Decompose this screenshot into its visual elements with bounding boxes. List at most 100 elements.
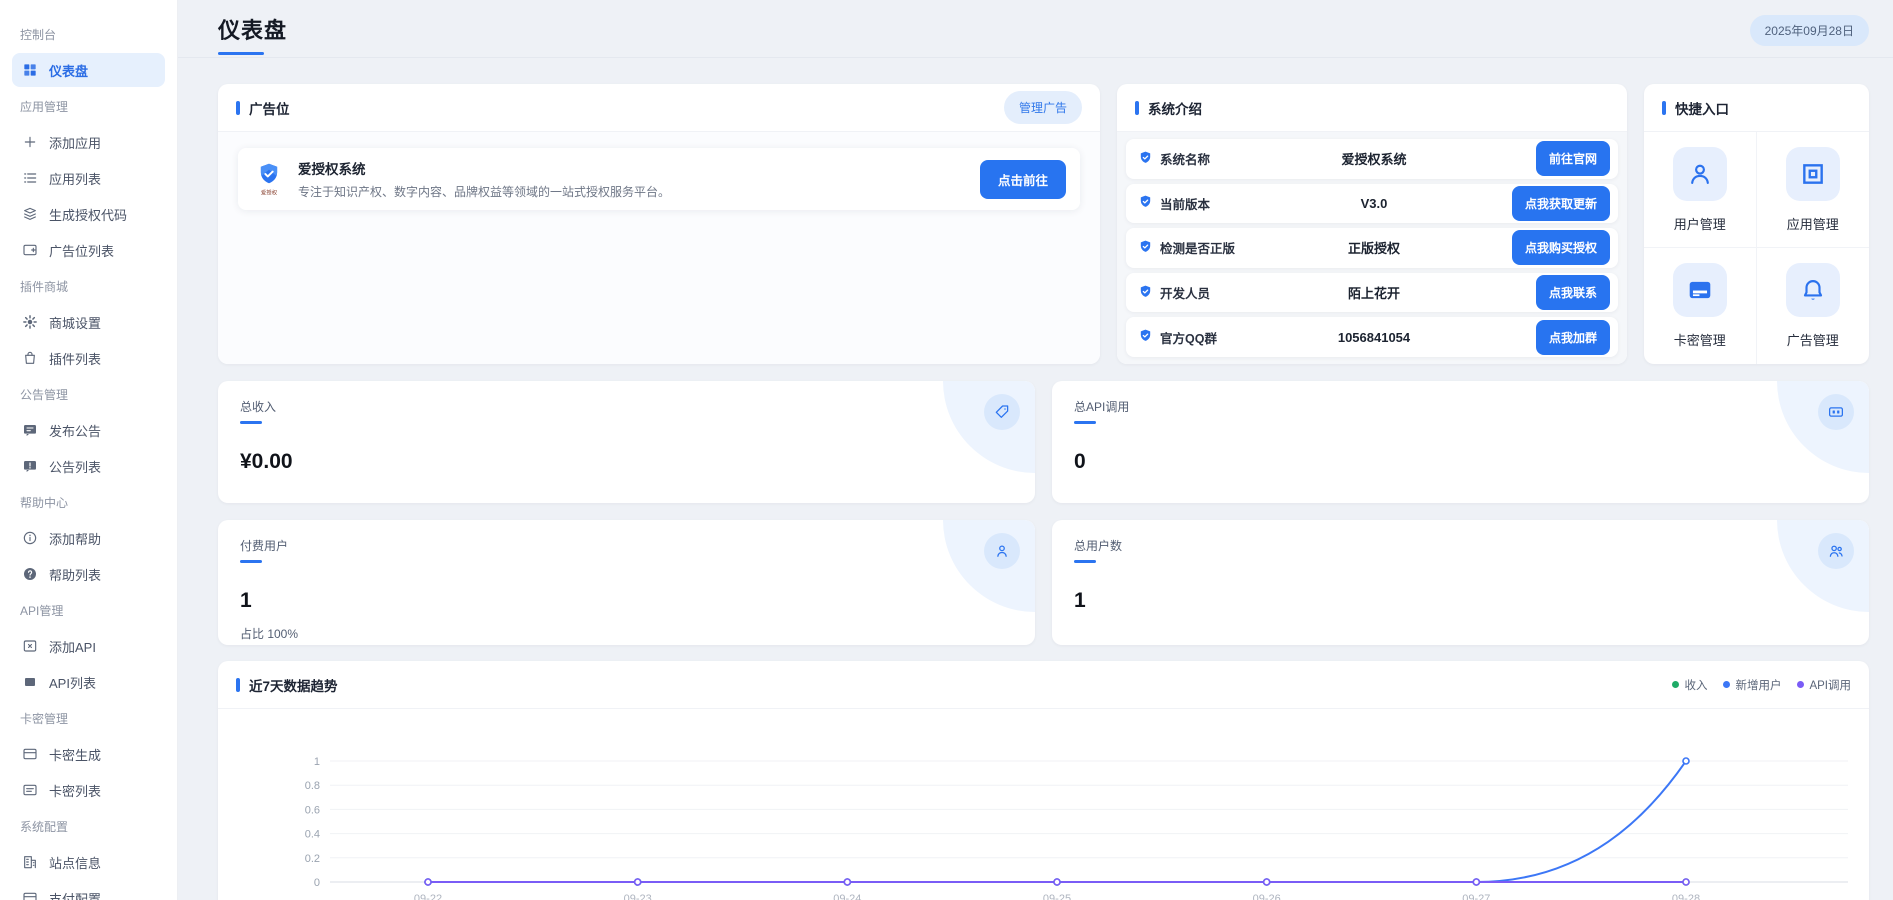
sidebar-item-label: 公告列表 [49, 457, 101, 476]
card-icon [22, 746, 38, 762]
x-tick-label: 09-27 [1462, 893, 1490, 900]
chart-card-title: 近7天数据趋势 [249, 675, 338, 695]
trend-chart-svg: 00.20.40.60.8109-2209-2309-2409-2509-260… [238, 723, 1850, 900]
sidebar-section-label: 帮助中心 [12, 494, 68, 511]
app-icon [1786, 147, 1840, 201]
system-intro-card: 系统介绍 系统名称爱授权系统前往官网当前版本V3.0点我获取更新检测是否正版正版… [1117, 84, 1627, 364]
sidebar-item-label: 添加帮助 [49, 529, 101, 548]
sidebar-item-广告位列表[interactable]: 广告位列表 [12, 233, 165, 267]
sidebar-item-仪表盘[interactable]: 仪表盘 [12, 53, 165, 87]
logo-shield-icon [1138, 328, 1153, 346]
stat-value: 1 [1074, 589, 1847, 613]
quick-link-用户管理[interactable]: 用户管理 [1644, 132, 1757, 248]
sidebar-item-label: 卡密列表 [49, 781, 101, 800]
data-point[interactable] [1683, 758, 1689, 764]
y-tick-label: 0 [314, 877, 320, 889]
accent-bar [1662, 101, 1666, 115]
sidebar-item-发布公告[interactable]: 发布公告 [12, 413, 165, 447]
sidebar-item-row: 应用列表 [12, 160, 165, 196]
chart-plot: 00.20.40.60.8109-2209-2309-2409-2509-260… [218, 709, 1869, 900]
building-icon [22, 854, 38, 870]
data-point[interactable] [635, 879, 641, 885]
sidebar-item-添加应用[interactable]: 添加应用 [12, 125, 165, 159]
stats-row-1: 总收入¥0.00总API调用0 [218, 381, 1869, 503]
sidebar-item-支付配置[interactable]: 支付配置 [12, 881, 165, 900]
sidebar-item-站点信息[interactable]: 站点信息 [12, 845, 165, 879]
sidebar-item-row: 广告位列表 [12, 232, 165, 268]
stat-value: 0 [1074, 450, 1847, 474]
system-row-button[interactable]: 点我联系 [1536, 275, 1610, 310]
stats-row-2: 付费用户1占比 100%总用户数1 [218, 520, 1869, 645]
quick-link-应用管理[interactable]: 应用管理 [1757, 132, 1870, 248]
data-point[interactable] [1054, 879, 1060, 885]
sidebar-item-公告列表[interactable]: 公告列表 [12, 449, 165, 483]
legend-dot [1797, 681, 1804, 688]
card-lines-icon [22, 782, 38, 798]
system-row-button[interactable]: 点我加群 [1536, 320, 1610, 355]
sidebar-item-卡密生成[interactable]: 卡密生成 [12, 737, 165, 771]
chart-legend: 收入新增用户 API调用 [1672, 677, 1851, 693]
stat-value: ¥0.00 [240, 450, 1013, 474]
system-row-label: 检测是否正版 [1138, 238, 1309, 257]
manage-ads-button[interactable]: 管理广告 [1004, 91, 1082, 124]
sidebar-item-row: 添加API [12, 628, 165, 664]
sidebar-item-label: 商城设置 [49, 313, 101, 332]
plus-icon [22, 134, 38, 150]
ad-card-body: 爱授权 爱授权系统 专注于知识产权、数字内容、品牌权益等领域的一站式授权服务平台… [218, 132, 1100, 364]
sidebar-item-生成授权代码[interactable]: 生成授权代码 [12, 197, 165, 231]
system-row-label-text: 检测是否正版 [1160, 238, 1235, 257]
question-icon [22, 566, 38, 582]
legend-item-API调用[interactable]: API调用 [1797, 677, 1851, 693]
data-point[interactable] [1264, 879, 1270, 885]
logo-shield-icon [1138, 194, 1153, 212]
sidebar-section-row: 应用管理 [12, 88, 165, 124]
system-row-label: 官方QQ群 [1138, 328, 1309, 347]
stat-card-总收入: 总收入¥0.00 [218, 381, 1035, 503]
sidebar-section-label: 卡密管理 [12, 710, 68, 727]
y-tick-label: 0.6 [305, 804, 320, 816]
system-card-body: 系统名称爱授权系统前往官网当前版本V3.0点我获取更新检测是否正版正版授权点我购… [1117, 132, 1627, 364]
square-icon [22, 674, 38, 690]
sidebar-item-应用列表[interactable]: 应用列表 [12, 161, 165, 195]
sidebar-item-帮助列表[interactable]: 帮助列表 [12, 557, 165, 591]
data-point[interactable] [1473, 879, 1479, 885]
sidebar-item-添加API[interactable]: 添加API [12, 629, 165, 663]
system-row-value: 陌上花开 [1309, 283, 1439, 302]
system-row-value: V3.0 [1309, 196, 1439, 211]
y-tick-label: 0.4 [305, 829, 320, 841]
quick-link-卡密管理[interactable]: 卡密管理 [1644, 248, 1757, 364]
data-point[interactable] [1683, 879, 1689, 885]
system-row-label: 开发人员 [1138, 283, 1309, 302]
page-header: 仪表盘 2025年09月28日 [178, 0, 1893, 58]
sidebar-item-添加帮助[interactable]: 添加帮助 [12, 521, 165, 555]
ad-card-title: 广告位 [249, 98, 290, 118]
data-point[interactable] [844, 879, 850, 885]
ad-go-button[interactable]: 点击前往 [980, 160, 1066, 199]
sidebar-section-row: 帮助中心 [12, 484, 165, 520]
sidebar-item-row: 仪表盘 [12, 52, 165, 88]
legend-item-收入[interactable]: 收入 [1672, 677, 1707, 693]
stat-label-underline [240, 560, 262, 563]
ad-item-texts: 爱授权系统 专注于知识产权、数字内容、品牌权益等领域的一站式授权服务平台。 [298, 158, 968, 200]
sidebar-item-label: 仪表盘 [49, 61, 88, 80]
system-row-button[interactable]: 点我获取更新 [1512, 186, 1610, 221]
system-row-button[interactable]: 点我购买授权 [1512, 230, 1610, 265]
stat-label-underline [1074, 560, 1096, 563]
sidebar-item-row: 支付配置 [12, 880, 165, 900]
sidebar-item-插件列表[interactable]: 插件列表 [12, 341, 165, 375]
data-point[interactable] [425, 879, 431, 885]
legend-item-新增用户[interactable]: 新增用户 [1723, 677, 1781, 693]
sidebar-item-row: 生成授权代码 [12, 196, 165, 232]
legend-dot [1723, 681, 1730, 688]
system-row-button[interactable]: 前往官网 [1536, 141, 1610, 176]
sidebar-item-商城设置[interactable]: 商城设置 [12, 305, 165, 339]
sidebar-item-row: 帮助列表 [12, 556, 165, 592]
sidebar-item-卡密列表[interactable]: 卡密列表 [12, 773, 165, 807]
sidebar-item-row: 添加应用 [12, 124, 165, 160]
stat-card-总用户数: 总用户数1 [1052, 520, 1869, 645]
stat-label: 付费用户 [240, 537, 1013, 554]
quick-link-广告管理[interactable]: 广告管理 [1757, 248, 1870, 364]
sidebar-nav: 控制台仪表盘应用管理添加应用应用列表生成授权代码广告位列表插件商城商城设置插件列… [12, 16, 165, 900]
sidebar-item-API列表[interactable]: API列表 [12, 665, 165, 699]
sidebar-item-label: 广告位列表 [49, 241, 114, 260]
